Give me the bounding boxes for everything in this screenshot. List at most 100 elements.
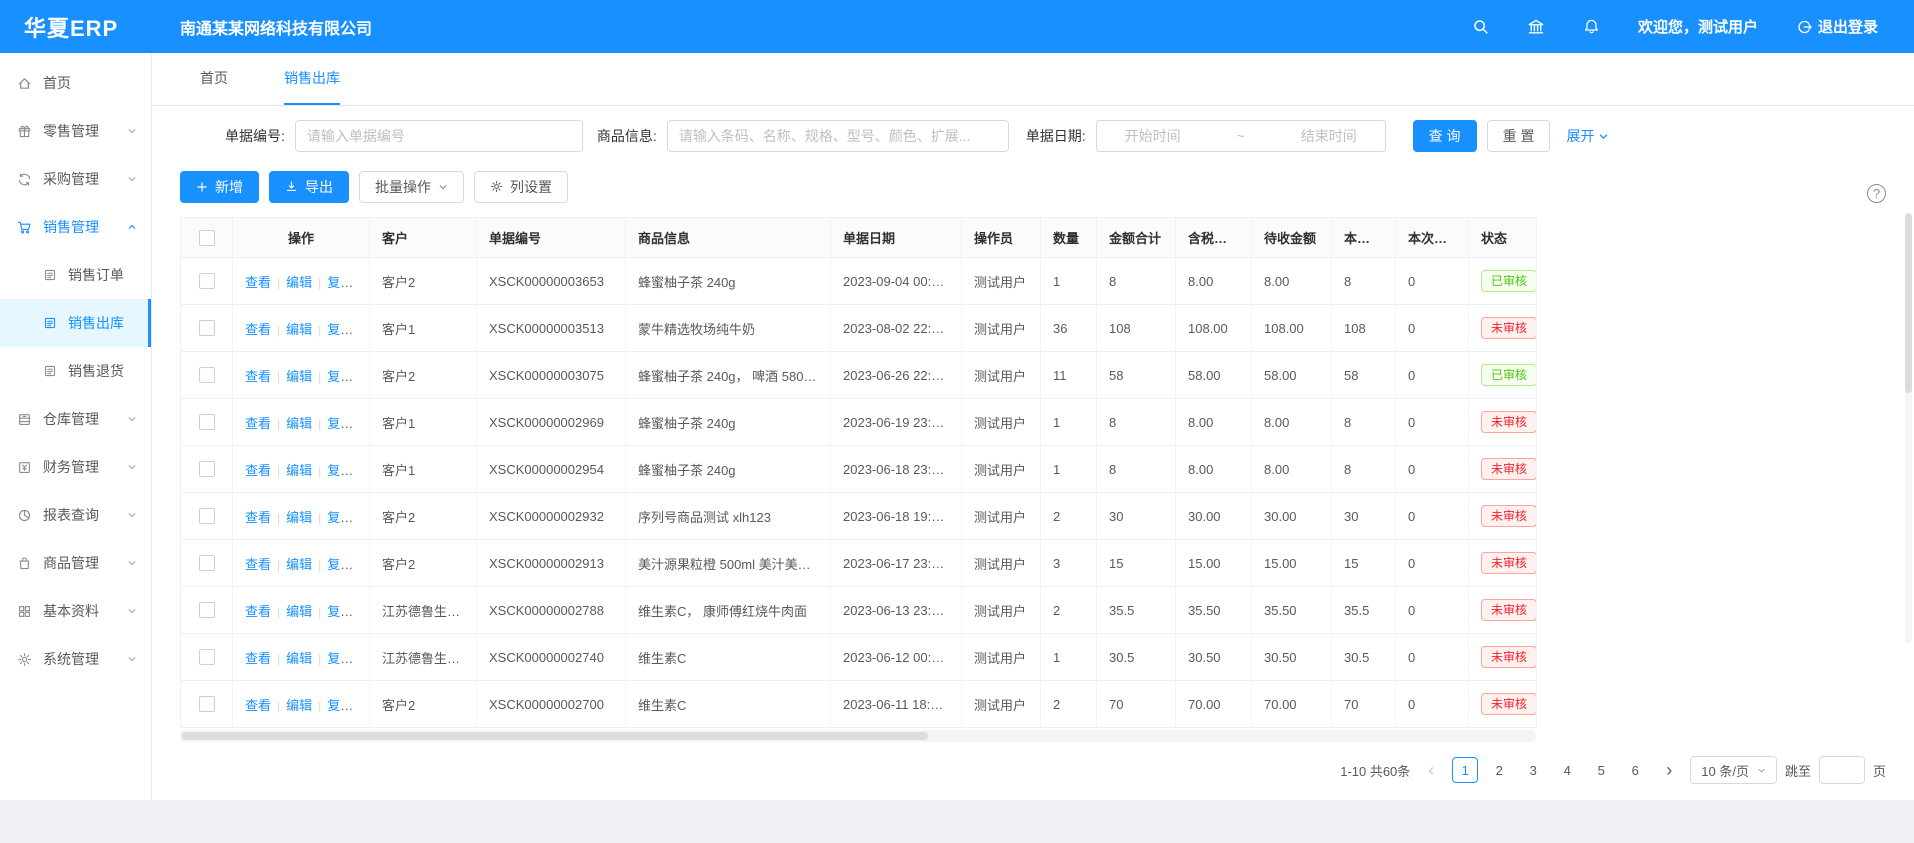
page-button-1[interactable]: 1 <box>1452 757 1478 783</box>
date-range-input[interactable]: 开始时间 ~ 结束时间 <box>1096 120 1386 152</box>
qty-cell: 11 <box>1041 352 1097 399</box>
view-link[interactable]: 查看 <box>245 557 271 572</box>
next-page-button[interactable]: › <box>1656 757 1682 783</box>
reset-button[interactable]: 重 置 <box>1487 120 1551 152</box>
row-checkbox[interactable] <box>199 414 215 430</box>
edit-link[interactable]: 编辑 <box>286 698 312 713</box>
scrollbar-thumb[interactable] <box>1905 213 1912 393</box>
edit-link[interactable]: 编辑 <box>286 416 312 431</box>
view-link[interactable]: 查看 <box>245 463 271 478</box>
edit-link[interactable]: 编辑 <box>286 510 312 525</box>
col-amount: 金额合计 <box>1097 218 1176 258</box>
sidebar-item-warehouse[interactable]: 仓库管理 <box>0 395 151 443</box>
copy-link[interactable]: 复制 <box>327 604 353 619</box>
copy-link[interactable]: 复制 <box>327 651 353 666</box>
view-link[interactable]: 查看 <box>245 322 271 337</box>
qty-cell: 1 <box>1041 399 1097 446</box>
row-checkbox[interactable] <box>199 649 215 665</box>
scrollbar-thumb[interactable] <box>182 732 928 740</box>
copy-link[interactable]: 复制 <box>327 275 353 290</box>
prev-page-button[interactable]: ‹ <box>1418 757 1444 783</box>
sidebar-item-reports[interactable]: 报表查询 <box>0 491 151 539</box>
app-logo[interactable]: 华夏ERP <box>0 11 152 43</box>
bill-no-input[interactable] <box>295 120 583 152</box>
copy-link[interactable]: 复制 <box>327 322 353 337</box>
view-link[interactable]: 查看 <box>245 604 271 619</box>
help-icon[interactable]: ? <box>1867 184 1886 203</box>
product-info-input[interactable] <box>667 120 1009 152</box>
page-button-4[interactable]: 4 <box>1554 757 1580 783</box>
page-button-2[interactable]: 2 <box>1486 757 1512 783</box>
export-button[interactable]: 导出 <box>269 171 349 203</box>
edit-link[interactable]: 编辑 <box>286 557 312 572</box>
select-all-checkbox[interactable] <box>199 230 215 246</box>
tab-sales-outbound[interactable]: 销售出库 <box>284 53 340 105</box>
view-link[interactable]: 查看 <box>245 698 271 713</box>
row-checkbox[interactable] <box>199 320 215 336</box>
table-row: 查看|编辑|复制|删除 客户2 XSCK00000002700 维生素C 202… <box>181 681 1537 728</box>
received-cell: 35.5 <box>1332 587 1396 634</box>
sidebar-item-products[interactable]: 商品管理 <box>0 539 151 587</box>
view-link[interactable]: 查看 <box>245 651 271 666</box>
view-link[interactable]: 查看 <box>245 369 271 384</box>
page-button-5[interactable]: 5 <box>1588 757 1614 783</box>
edit-link[interactable]: 编辑 <box>286 369 312 384</box>
page-button-3[interactable]: 3 <box>1520 757 1546 783</box>
sidebar-item-sales-outbound[interactable]: 销售出库 <box>0 299 151 347</box>
sidebar-item-purchase[interactable]: 采购管理 <box>0 155 151 203</box>
sidebar-item-finance[interactable]: 财务管理 <box>0 443 151 491</box>
copy-link[interactable]: 复制 <box>327 416 353 431</box>
row-checkbox[interactable] <box>199 273 215 289</box>
sidebar-item-home[interactable]: 首页 <box>0 59 151 107</box>
row-checkbox[interactable] <box>199 602 215 618</box>
notification-bell-icon[interactable] <box>1583 18 1600 35</box>
date-cell: 2023-06-19 23:55:14 <box>831 399 962 446</box>
edit-link[interactable]: 编辑 <box>286 463 312 478</box>
expand-link[interactable]: 展开 <box>1566 126 1609 146</box>
row-checkbox[interactable] <box>199 696 215 712</box>
page-size-select[interactable]: 10 条/页 <box>1690 756 1777 784</box>
debt-cell: 0 <box>1396 399 1469 446</box>
row-checkbox[interactable] <box>199 555 215 571</box>
search-button[interactable]: 查 询 <box>1413 120 1477 152</box>
horizontal-scrollbar[interactable] <box>180 730 1536 742</box>
edit-link[interactable]: 编辑 <box>286 651 312 666</box>
tab-home[interactable]: 首页 <box>200 53 228 105</box>
page-button-6[interactable]: 6 <box>1622 757 1648 783</box>
sidebar-item-basic-data[interactable]: 基本资料 <box>0 587 151 635</box>
sidebar-item-retail[interactable]: 零售管理 <box>0 107 151 155</box>
date-cell: 2023-06-18 23:22:15 <box>831 446 962 493</box>
receivable-cell: 58.00 <box>1252 352 1332 399</box>
sidebar-item-system[interactable]: 系统管理 <box>0 635 151 683</box>
search-icon[interactable] <box>1472 18 1489 35</box>
view-link[interactable]: 查看 <box>245 510 271 525</box>
column-settings-button[interactable]: 列设置 <box>474 171 568 203</box>
sidebar-item-sales[interactable]: 销售管理 <box>0 203 151 251</box>
view-link[interactable]: 查看 <box>245 275 271 290</box>
bill-no-cell: XSCK00000002700 <box>477 681 626 728</box>
edit-link[interactable]: 编辑 <box>286 275 312 290</box>
vertical-scrollbar[interactable] <box>1905 213 1912 643</box>
operator-cell: 测试用户 <box>962 587 1041 634</box>
chevron-down-icon <box>127 510 137 520</box>
edit-link[interactable]: 编辑 <box>286 604 312 619</box>
copy-link[interactable]: 复制 <box>327 510 353 525</box>
view-link[interactable]: 查看 <box>245 416 271 431</box>
copy-link[interactable]: 复制 <box>327 463 353 478</box>
jump-page-input[interactable] <box>1819 756 1865 784</box>
batch-actions-button[interactable]: 批量操作 <box>359 171 464 203</box>
edit-link[interactable]: 编辑 <box>286 322 312 337</box>
copy-link[interactable]: 复制 <box>327 369 353 384</box>
row-checkbox[interactable] <box>199 461 215 477</box>
platform-bank-icon[interactable] <box>1527 18 1545 36</box>
logout-icon <box>1796 19 1812 35</box>
sidebar-item-sales-order[interactable]: 销售订单 <box>0 251 151 299</box>
row-checkbox[interactable] <box>199 367 215 383</box>
sidebar-item-sales-return[interactable]: 销售退货 <box>0 347 151 395</box>
logout-button[interactable]: 退出登录 <box>1796 16 1878 37</box>
copy-link[interactable]: 复制 <box>327 557 353 572</box>
add-button[interactable]: 新增 <box>180 171 259 203</box>
customer-cell: 客户1 <box>370 446 477 493</box>
row-checkbox[interactable] <box>199 508 215 524</box>
copy-link[interactable]: 复制 <box>327 698 353 713</box>
